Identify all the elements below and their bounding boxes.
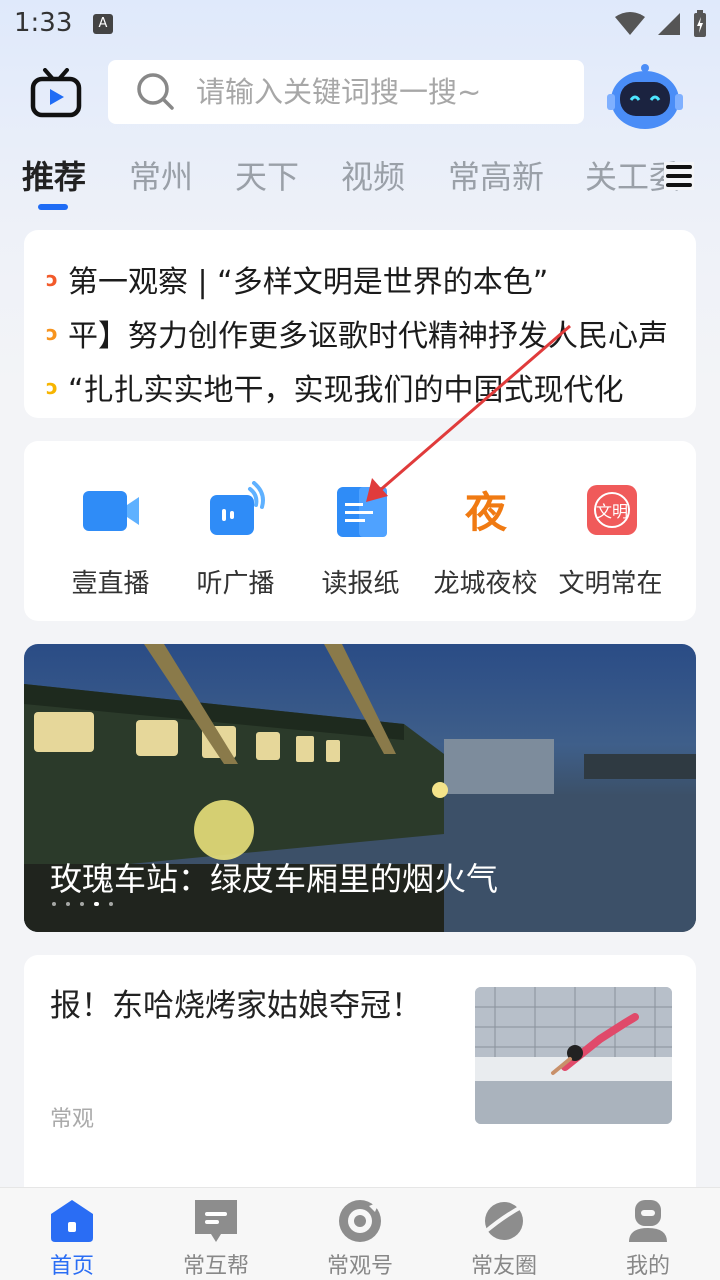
svg-text:夜: 夜	[463, 488, 507, 537]
newspaper-icon	[336, 487, 387, 537]
news-source: 常观	[50, 1107, 95, 1132]
tab-world[interactable]: 天下	[235, 152, 299, 198]
robot-assistant-icon[interactable]	[604, 60, 686, 130]
nav-channel[interactable]: 常观号	[310, 1196, 410, 1280]
nav-label: 常观号	[326, 1254, 393, 1279]
menu-icon[interactable]	[664, 162, 694, 190]
quick-link-label: 壹直播	[71, 569, 150, 599]
quick-link-civilization[interactable]: 文明 文明常在	[548, 481, 673, 600]
pagination-dot	[109, 902, 113, 906]
battery-icon	[694, 10, 706, 37]
quick-links-card: 壹直播 听广播 读报纸 夜 龙城夜校 文明 文明常在	[24, 441, 696, 621]
quick-link-label: 听广播	[196, 569, 275, 599]
status-icons	[614, 10, 708, 38]
quick-link-newspaper[interactable]: 读报纸	[298, 481, 423, 600]
quick-link-radio[interactable]: 听广播	[173, 481, 298, 600]
news-thumbnail	[475, 987, 672, 1124]
status-bar: 1:33 A	[0, 0, 720, 50]
nav-label: 常互帮	[182, 1254, 249, 1279]
banner-pagination	[52, 902, 113, 906]
tab-changzhou[interactable]: 常州	[129, 152, 193, 198]
radio-broadcast-icon	[209, 481, 265, 535]
tab-video[interactable]: 视频	[341, 152, 405, 198]
wifi-icon	[615, 12, 645, 35]
nav-label: 首页	[49, 1254, 94, 1279]
nav-home[interactable]: 首页	[22, 1196, 122, 1280]
quick-link-label: 读报纸	[321, 569, 400, 599]
pagination-dot	[80, 902, 84, 906]
night-school-icon: 夜	[463, 488, 507, 537]
bottom-navigation: 首页 常互帮 常观号 常友圈 我的	[0, 1187, 720, 1280]
headline-dot-icon: ↄ	[46, 375, 58, 399]
banner-caption: 玫瑰车站：绿皮车厢里的烟火气	[50, 860, 499, 898]
nav-help[interactable]: 常互帮	[166, 1196, 266, 1280]
headline-dot-icon: ↄ	[46, 267, 58, 291]
svg-text:文明: 文明	[595, 502, 627, 521]
home-icon	[51, 1200, 93, 1242]
search-icon	[137, 73, 174, 110]
search-input[interactable]	[196, 75, 556, 109]
featured-banner[interactable]: 玫瑰车站：绿皮车厢里的烟火气	[24, 644, 696, 932]
status-notification-icon: A	[93, 14, 113, 34]
nav-label: 常友圈	[470, 1254, 537, 1279]
active-tab-indicator	[38, 204, 68, 210]
nav-profile[interactable]: 我的	[598, 1196, 698, 1280]
tab-recommend[interactable]: 推荐	[22, 152, 86, 198]
headline-text: 平】努力创作更多讴歌时代精神抒发人民心声	[68, 319, 668, 354]
signal-icon	[658, 13, 680, 35]
headline-text: 第一观察 | “多样文明是世界的本色”	[68, 265, 549, 300]
news-title: 报！东哈烧烤家姑娘夺冠！	[50, 988, 422, 1024]
tab-changgaoxin[interactable]: 常高新	[448, 152, 544, 198]
video-camera-icon	[82, 491, 139, 531]
channel-icon	[339, 1200, 381, 1242]
headline-item[interactable]: ↄ 第一观察 | “多样文明是世界的本色”	[46, 252, 674, 306]
headline-card: ↄ 第一观察 | “多样文明是世界的本色” ↄ 平】努力创作更多讴歌时代精神抒发…	[24, 230, 696, 418]
nav-friends[interactable]: 常友圈	[454, 1196, 554, 1280]
quick-link-label: 龙城夜校	[433, 569, 538, 599]
quick-link-live[interactable]: 壹直播	[48, 481, 173, 600]
channel-tabs: 推荐 常州 天下 视频 常高新 关工委	[0, 146, 720, 216]
headline-dot-icon: ↄ	[46, 321, 58, 345]
pagination-dot-active	[94, 902, 99, 906]
search-bar[interactable]	[108, 60, 584, 124]
profile-icon	[629, 1200, 667, 1242]
status-time: 1:33	[14, 8, 73, 38]
help-chat-icon	[195, 1200, 237, 1242]
quick-link-label: 文明常在	[558, 569, 663, 599]
headline-item[interactable]: ↄ 平】努力创作更多讴歌时代精神抒发人民心声	[46, 306, 674, 360]
civilization-icon: 文明	[586, 485, 637, 535]
planet-icon	[483, 1202, 525, 1240]
nav-label: 我的	[625, 1254, 670, 1279]
pagination-dot	[52, 902, 56, 906]
headline-item[interactable]: ↄ “扎扎实实地干，实现我们的中国式现代化	[46, 360, 674, 414]
tv-live-icon[interactable]	[28, 68, 84, 120]
pagination-dot	[66, 902, 70, 906]
headline-text: “扎扎实实地干，实现我们的中国式现代化	[68, 373, 624, 408]
quick-link-night-school[interactable]: 夜 龙城夜校	[423, 481, 548, 600]
